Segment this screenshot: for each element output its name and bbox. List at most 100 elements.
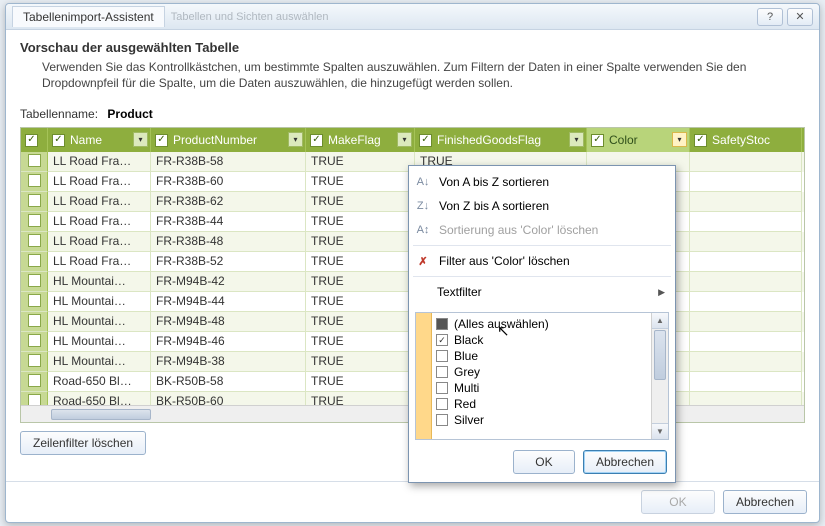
checkbox-icon[interactable] (436, 382, 448, 394)
checkbox-icon[interactable] (28, 194, 41, 207)
cell-name: HL Mountai… (48, 312, 151, 332)
checkbox-icon[interactable]: ✓ (591, 134, 604, 147)
cell-productnumber: FR-R38B-52 (151, 252, 306, 272)
filter-dropdown-icon[interactable]: ▾ (133, 132, 148, 147)
sort-za-item[interactable]: Z↓ Von Z bis A sortieren (409, 194, 675, 218)
checkbox-icon[interactable] (28, 334, 41, 347)
help-button[interactable]: ? (757, 8, 783, 26)
checkbox-icon[interactable] (28, 374, 41, 387)
checkbox-icon[interactable] (436, 414, 448, 426)
filter-item[interactable]: Multi (436, 380, 647, 396)
checkbox-icon[interactable] (28, 234, 41, 247)
vertical-scrollbar[interactable]: ▲ ▼ (651, 313, 668, 439)
checkbox-icon[interactable]: ✓ (436, 334, 448, 346)
cell-safetystock (690, 372, 802, 392)
checkbox-icon[interactable] (436, 398, 448, 410)
checkbox-icon[interactable] (436, 318, 448, 330)
filter-value-list: (Alles auswählen) ✓ Black BlueGreyMultiRedS… (415, 312, 669, 440)
header-safetystock[interactable]: ✓ SafetyStoc (690, 128, 802, 152)
clear-row-filter-button[interactable]: Zeilenfilter löschen (20, 431, 146, 455)
checkbox-icon[interactable] (436, 366, 448, 378)
checkbox-icon[interactable] (28, 314, 41, 327)
filter-item-label: Blue (454, 349, 478, 363)
row-select-cell[interactable] (21, 332, 48, 352)
filter-list-body[interactable]: (Alles auswählen) ✓ Black BlueGreyMultiRedS… (432, 313, 651, 439)
filter-item[interactable]: Grey (436, 364, 647, 380)
scrollbar-thumb[interactable] (654, 330, 666, 380)
checkbox-icon[interactable] (28, 274, 41, 287)
popup-ok-button[interactable]: OK (513, 450, 575, 474)
header-color[interactable]: ✓ Color ▾ (587, 128, 690, 152)
checkbox-icon[interactable] (28, 174, 41, 187)
row-select-cell[interactable] (21, 252, 48, 272)
filter-item[interactable]: Silver (436, 412, 647, 428)
checkbox-icon[interactable] (436, 350, 448, 362)
cell-name: Road-650 Bl… (48, 372, 151, 392)
header-select-all[interactable]: ✓ (21, 128, 48, 152)
filter-dropdown-icon[interactable]: ▾ (569, 132, 584, 147)
popup-cancel-button[interactable]: Abbrechen (583, 450, 667, 474)
checkbox-icon[interactable] (28, 294, 41, 307)
filter-dropdown-icon[interactable]: ▾ (672, 132, 687, 147)
dialog-cancel-button[interactable]: Abbrechen (723, 490, 807, 514)
row-select-cell[interactable] (21, 192, 48, 212)
scroll-up-icon[interactable]: ▲ (652, 313, 668, 329)
page-description: Verwenden Sie das Kontrollkästchen, um b… (42, 59, 805, 91)
checkbox-icon[interactable] (28, 354, 41, 367)
cell-name: LL Road Fra… (48, 192, 151, 212)
filter-item[interactable]: ✓ Black (436, 332, 647, 348)
header-makeflag[interactable]: ✓ MakeFlag ▾ (306, 128, 415, 152)
menu-label: Von A bis Z sortieren (439, 175, 549, 189)
filter-dropdown-icon[interactable]: ▾ (397, 132, 412, 147)
clear-filter-item[interactable]: ✗ Filter aus 'Color' löschen (409, 249, 675, 273)
cell-productnumber: BK-R50B-58 (151, 372, 306, 392)
sort-az-item[interactable]: A↓ Von A bis Z sortieren (409, 170, 675, 194)
scrollbar-thumb[interactable] (51, 409, 151, 420)
row-select-cell[interactable] (21, 212, 48, 232)
row-select-cell[interactable] (21, 172, 48, 192)
cell-name: LL Road Fra… (48, 172, 151, 192)
row-select-cell[interactable] (21, 352, 48, 372)
separator (413, 276, 671, 277)
separator (413, 245, 671, 246)
checkbox-icon[interactable]: ✓ (25, 134, 38, 147)
checkbox-icon[interactable]: ✓ (694, 134, 707, 147)
checkbox-icon[interactable] (28, 214, 41, 227)
dialog-ok-button[interactable]: OK (641, 490, 715, 514)
filter-item-select-all[interactable]: (Alles auswählen) (436, 316, 647, 332)
cell-makeflag: TRUE (306, 192, 415, 212)
cell-productnumber: FR-M94B-46 (151, 332, 306, 352)
text-filter-submenu[interactable]: Textfilter ▶ (409, 280, 675, 304)
scroll-down-icon[interactable]: ▼ (652, 423, 668, 439)
cell-safetystock (690, 312, 802, 332)
table-name-value: Product (107, 107, 152, 121)
checkbox-icon[interactable] (28, 254, 41, 267)
filter-item-label: Black (454, 333, 483, 347)
checkbox-icon[interactable]: ✓ (419, 134, 432, 147)
cell-name: LL Road Fra… (48, 252, 151, 272)
header-productnumber[interactable]: ✓ ProductNumber ▾ (151, 128, 306, 152)
header-finishedgoodsflag[interactable]: ✓ FinishedGoodsFlag ▾ (415, 128, 587, 152)
cell-name: HL Mountai… (48, 272, 151, 292)
cell-makeflag: TRUE (306, 252, 415, 272)
close-button[interactable]: ✕ (787, 8, 813, 26)
selection-hint-bar (416, 313, 432, 439)
row-select-cell[interactable] (21, 232, 48, 252)
cell-makeflag: TRUE (306, 272, 415, 292)
checkbox-icon[interactable]: ✓ (52, 134, 65, 147)
checkbox-icon[interactable]: ✓ (310, 134, 323, 147)
filter-item[interactable]: Blue (436, 348, 647, 364)
header-label: SafetyStoc (712, 133, 770, 147)
row-select-cell[interactable] (21, 152, 48, 172)
filter-dropdown-icon[interactable]: ▾ (288, 132, 303, 147)
checkbox-icon[interactable] (28, 154, 41, 167)
checkbox-icon[interactable]: ✓ (155, 134, 168, 147)
row-select-cell[interactable] (21, 272, 48, 292)
row-select-cell[interactable] (21, 372, 48, 392)
cell-makeflag: TRUE (306, 372, 415, 392)
header-name[interactable]: ✓ Name ▾ (48, 128, 151, 152)
row-select-cell[interactable] (21, 292, 48, 312)
cell-name: LL Road Fra… (48, 152, 151, 172)
filter-item[interactable]: Red (436, 396, 647, 412)
row-select-cell[interactable] (21, 312, 48, 332)
